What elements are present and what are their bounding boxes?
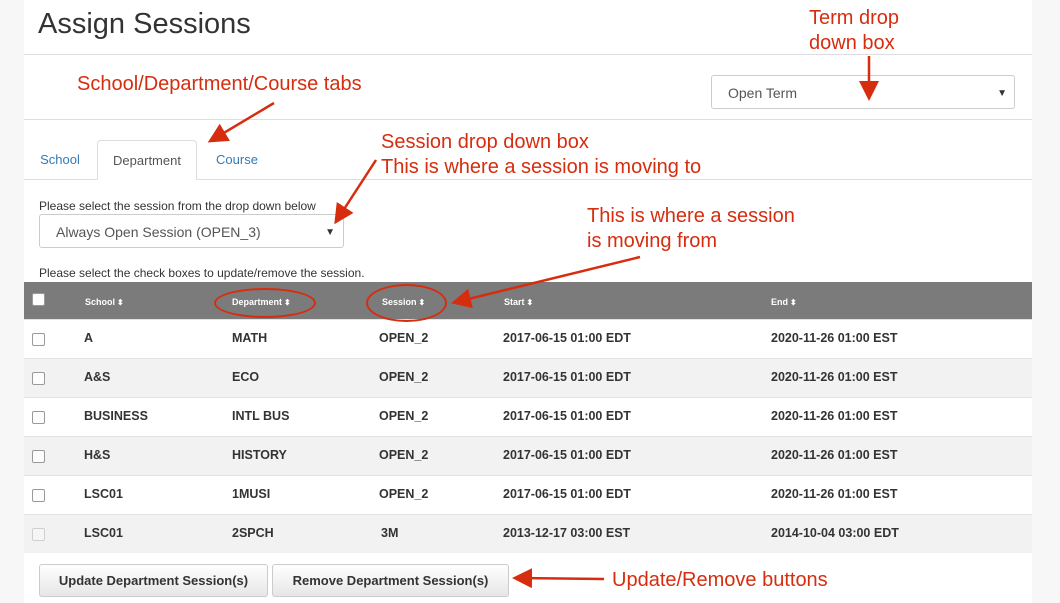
arrow-icon (207, 101, 275, 143)
arrow-icon (334, 159, 378, 225)
arrow-icon (512, 568, 605, 589)
annotation-arrows (207, 56, 879, 589)
arrow-icon (451, 255, 641, 309)
